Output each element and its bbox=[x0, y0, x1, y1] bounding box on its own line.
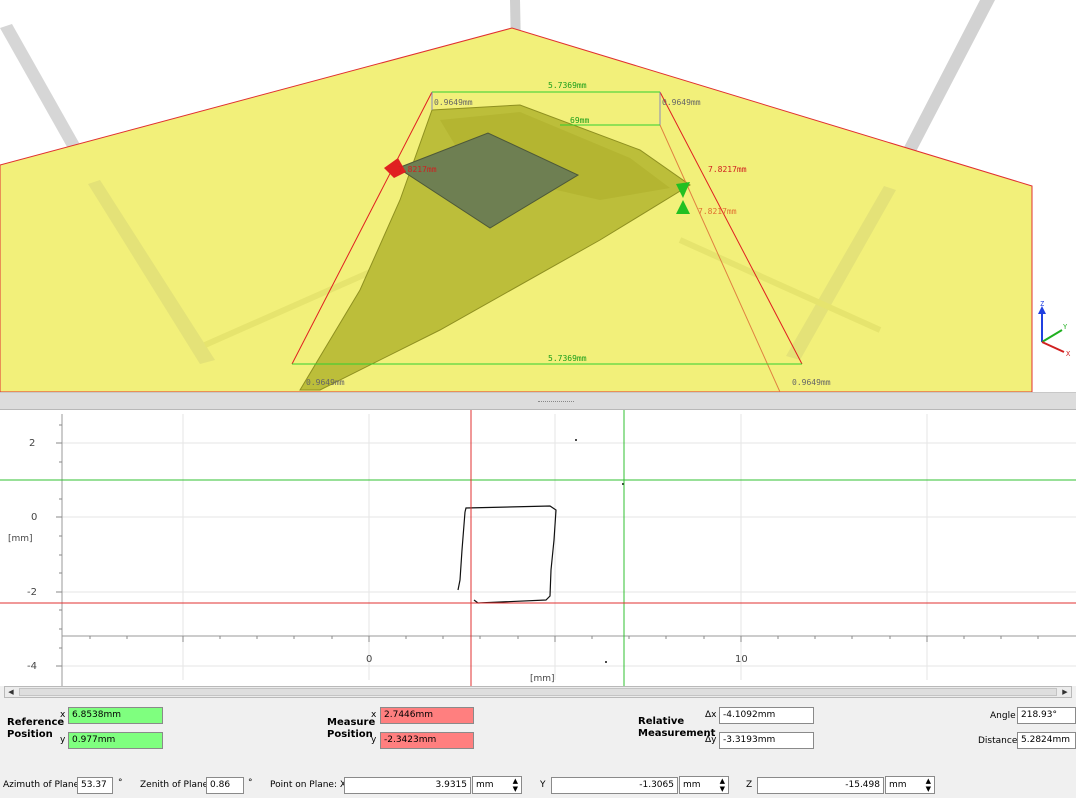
relative-label-line2: Measurement bbox=[638, 728, 716, 739]
plot-canvas bbox=[0, 410, 1076, 686]
distance-field[interactable]: 5.2824mm bbox=[1017, 732, 1076, 749]
zenith-label: Zenith of Plane bbox=[140, 780, 209, 790]
width-label-top: 5.7369mm bbox=[548, 81, 587, 90]
y-tick-label: -2 bbox=[27, 587, 37, 598]
unit-text: mm bbox=[476, 780, 494, 790]
reference-marker-label: 7.8217mm bbox=[398, 165, 437, 174]
partial-label: 69mm bbox=[570, 116, 590, 125]
plane-z-unit-select[interactable]: mm ▲ ▼ bbox=[885, 776, 935, 794]
y-axis-unit: [mm] bbox=[8, 534, 33, 544]
scroll-right-arrow[interactable]: ▶ bbox=[1060, 687, 1070, 697]
reference-x-axis-label: x bbox=[60, 710, 66, 720]
length-label-right-2: 7.8217mm bbox=[698, 207, 737, 216]
measure-x-field[interactable]: 2.7446mm bbox=[380, 707, 474, 724]
reference-label-line2: Position bbox=[7, 729, 53, 740]
delta-x-field[interactable]: -4.1092mm bbox=[719, 707, 814, 724]
width-label-bottom: 5.7369mm bbox=[548, 354, 587, 363]
y-tick-label: 0 bbox=[31, 512, 38, 523]
zenith-field[interactable]: 0.86 bbox=[206, 777, 244, 794]
axis-y-label: Y bbox=[1063, 323, 1068, 331]
reference-y-field[interactable]: 0.977mm bbox=[68, 732, 163, 749]
depth-label-top-left: 0.9649mm bbox=[434, 98, 473, 107]
measure-label-line2: Position bbox=[327, 729, 373, 740]
measure-y-field[interactable]: -2.3423mm bbox=[380, 732, 474, 749]
spin-arrows-icon[interactable]: ▲ ▼ bbox=[720, 777, 725, 793]
angle-label: Angle bbox=[990, 711, 1016, 721]
plane-y-label: Y bbox=[540, 780, 546, 790]
y-tick-label: 2 bbox=[29, 438, 36, 449]
spin-arrows-icon[interactable]: ▲ ▼ bbox=[926, 777, 931, 793]
axis-z-label: Z bbox=[1040, 300, 1045, 308]
depth-label-bottom-right: 0.9649mm bbox=[792, 378, 831, 387]
plane-y-unit-select[interactable]: mm ▲ ▼ bbox=[679, 776, 729, 794]
unit-text: mm bbox=[889, 780, 907, 790]
splitter-grip[interactable] bbox=[538, 401, 574, 404]
zenith-degree: ° bbox=[248, 778, 253, 788]
plane-x-unit-select[interactable]: mm ▲ ▼ bbox=[472, 776, 522, 794]
axis-gizmo bbox=[1038, 306, 1065, 353]
plane-y-field[interactable]: -1.3065 bbox=[551, 777, 678, 794]
view-splitter[interactable] bbox=[0, 392, 1076, 410]
scroll-thumb[interactable] bbox=[19, 688, 1057, 696]
profile-outline bbox=[457, 505, 557, 604]
x-tick-label: 0 bbox=[366, 654, 373, 665]
spin-arrows-icon[interactable]: ▲ ▼ bbox=[513, 777, 518, 793]
x-axis-unit: [mm] bbox=[530, 674, 555, 684]
distance-label: Distance bbox=[978, 736, 1018, 746]
plane-z-field[interactable]: -15.498 bbox=[757, 777, 884, 794]
axis-x-label: X bbox=[1066, 350, 1071, 358]
3d-viewport[interactable]: 5.7369mm 69mm 0.9649mm 0.9649mm 7.8217mm… bbox=[0, 0, 1076, 392]
delta-y-label: Δy bbox=[705, 735, 717, 745]
measure-position-label: Measure Position bbox=[327, 717, 375, 741]
measure-y-axis-label: y bbox=[371, 735, 377, 745]
unit-text: mm bbox=[683, 780, 701, 790]
azimuth-label: Azimuth of Plane bbox=[3, 780, 80, 790]
plot-scrollbar[interactable]: ◀ ▶ bbox=[4, 686, 1072, 698]
length-label-right: 7.8217mm bbox=[708, 165, 747, 174]
azimuth-degree: ° bbox=[118, 778, 123, 788]
measure-label-line1: Measure bbox=[327, 717, 376, 728]
plane-z-label: Z bbox=[746, 780, 753, 790]
angle-field[interactable]: 218.93° bbox=[1017, 707, 1076, 724]
measure-x-axis-label: x bbox=[371, 710, 377, 720]
profile-plot[interactable]: 2 0 -2 -4 [mm] 0 10 [mm] bbox=[0, 410, 1076, 686]
depth-label-bottom-left: 0.9649mm bbox=[306, 378, 345, 387]
relative-measurement-label: Relative Measurement bbox=[638, 716, 715, 740]
delta-y-field[interactable]: -3.3193mm bbox=[719, 732, 814, 749]
x-tick-label: 10 bbox=[735, 654, 748, 665]
reference-x-field[interactable]: 6.8538mm bbox=[68, 707, 163, 724]
delta-x-label: Δx bbox=[705, 710, 717, 720]
reference-y-axis-label: y bbox=[60, 735, 66, 745]
reference-position-label: Reference Position bbox=[7, 717, 64, 741]
y-tick-label: -4 bbox=[27, 661, 37, 672]
scroll-left-arrow[interactable]: ◀ bbox=[6, 687, 16, 697]
depth-label-top-right: 0.9649mm bbox=[662, 98, 701, 107]
point-on-plane-label: Point on Plane: X bbox=[270, 780, 347, 790]
relative-label-line1: Relative bbox=[638, 716, 685, 727]
reference-label-line1: Reference bbox=[7, 717, 65, 728]
3d-scene bbox=[0, 0, 1065, 392]
azimuth-field[interactable]: 53.37 bbox=[77, 777, 113, 794]
plane-x-field[interactable]: 3.9315 bbox=[344, 777, 471, 794]
